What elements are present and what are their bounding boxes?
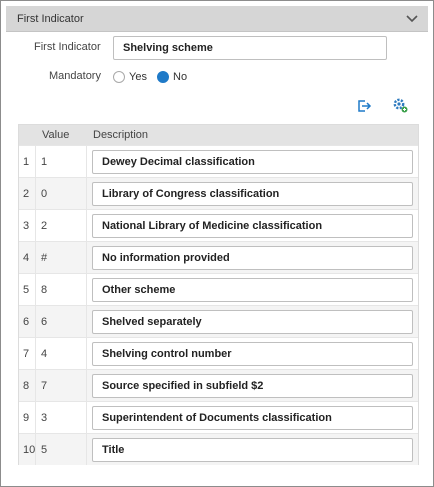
row-description-input[interactable]	[92, 150, 413, 174]
row-index: 9	[23, 412, 30, 424]
row-value: 6	[41, 316, 48, 328]
table-row: 8 7	[19, 369, 418, 401]
row-value: 4	[41, 348, 48, 360]
row-description-input[interactable]	[92, 278, 413, 302]
row-value: 0	[41, 188, 48, 200]
row-index: 1	[23, 156, 30, 168]
row-index: 4	[23, 252, 30, 264]
row-index: 5	[23, 284, 30, 296]
table-row: 5 8	[19, 273, 418, 305]
row-value: 3	[41, 412, 48, 424]
row-description-input[interactable]	[92, 246, 413, 270]
row-value: 8	[41, 284, 48, 296]
settings-icon[interactable]	[391, 96, 409, 114]
mandatory-label: Mandatory	[49, 70, 101, 82]
section-header[interactable]: First Indicator	[6, 6, 428, 32]
table-row: 4 #	[19, 241, 418, 273]
mandatory-no-radio[interactable]	[157, 71, 169, 83]
column-header-value: Value	[42, 129, 70, 141]
row-index: 2	[23, 188, 30, 200]
table-row: 1 1	[19, 145, 418, 177]
row-index: 3	[23, 220, 30, 232]
row-value: 7	[41, 380, 48, 392]
mandatory-yes-radio[interactable]	[113, 71, 125, 83]
export-icon[interactable]	[355, 97, 373, 115]
table-row: 2 0	[19, 177, 418, 209]
row-index: 10	[23, 444, 36, 456]
section-title: First Indicator	[17, 13, 84, 25]
row-description-input[interactable]	[92, 438, 413, 462]
row-description-input[interactable]	[92, 374, 413, 398]
row-index: 8	[23, 380, 30, 392]
row-description-input[interactable]	[92, 214, 413, 238]
row-description-input[interactable]	[92, 342, 413, 366]
mandatory-yes-label: Yes	[129, 71, 147, 83]
chevron-down-icon[interactable]	[405, 13, 419, 25]
first-indicator-label: First Indicator	[34, 41, 101, 53]
row-description-input[interactable]	[92, 406, 413, 430]
indicator-panel: First Indicator First Indicator Mandator…	[0, 0, 434, 487]
table-row: 6 6	[19, 305, 418, 337]
row-index: 7	[23, 348, 30, 360]
row-value: #	[41, 252, 48, 264]
table-row: 9 3	[19, 401, 418, 433]
table-row: 7 4	[19, 337, 418, 369]
row-value: 5	[41, 444, 48, 456]
table-row: 3 2	[19, 209, 418, 241]
row-value: 1	[41, 156, 48, 168]
row-description-input[interactable]	[92, 310, 413, 334]
row-index: 6	[23, 316, 30, 328]
table-header: Value Description	[19, 125, 418, 145]
first-indicator-name-input[interactable]	[113, 36, 387, 60]
column-header-description: Description	[93, 129, 149, 141]
row-value: 2	[41, 220, 48, 232]
row-description-input[interactable]	[92, 182, 413, 206]
values-table: Value Description 1 1 2 0 3 2 4 #	[18, 124, 419, 465]
mandatory-no-label: No	[173, 71, 188, 83]
table-row: 10 5	[19, 433, 418, 465]
